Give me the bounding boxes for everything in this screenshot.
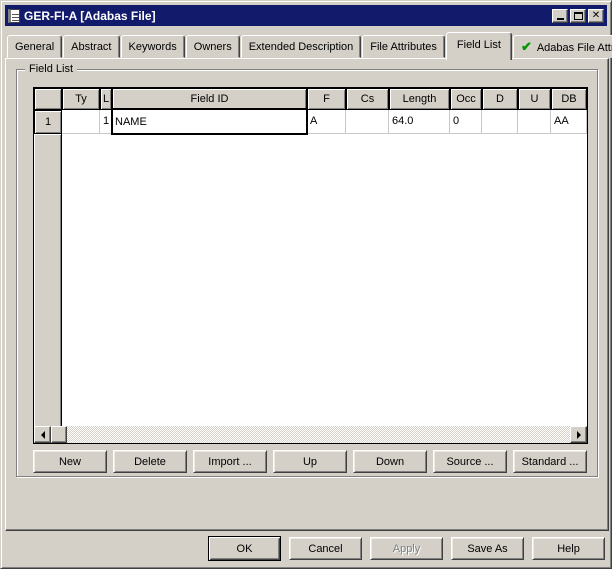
tab-abstract[interactable]: Abstract: [63, 35, 119, 58]
titlebar[interactable]: GER-FI-A [Adabas File] ✕: [5, 5, 607, 26]
minimize-button[interactable]: [552, 9, 568, 23]
scroll-left-button[interactable]: [34, 426, 51, 443]
down-button[interactable]: Down: [353, 450, 427, 473]
cell-d[interactable]: [482, 110, 518, 134]
tab-panel: Field List Ty L Field ID F Cs Length Occ…: [5, 58, 609, 531]
col-header-d: D: [482, 88, 518, 110]
cell-field-id: [112, 110, 307, 134]
tab-label: Owners: [194, 41, 232, 53]
source-button[interactable]: Source ...: [433, 450, 507, 473]
col-header-ty: Ty: [62, 88, 100, 110]
row-header-stub: [34, 134, 62, 428]
col-header-f: F: [307, 88, 346, 110]
cell-length[interactable]: 64.0: [389, 110, 450, 134]
tab-label: Adabas File Attributes: [537, 42, 612, 54]
cell-u[interactable]: [518, 110, 551, 134]
new-button[interactable]: New: [33, 450, 107, 473]
close-icon: ✕: [592, 11, 600, 21]
ok-button[interactable]: OK: [208, 536, 281, 561]
col-header-rownum: [34, 88, 62, 110]
table-row: 1 1 A 64.0 0 AA: [34, 110, 587, 134]
tab-extended-description[interactable]: Extended Description: [241, 35, 362, 58]
standard-button[interactable]: Standard ...: [513, 450, 587, 473]
tab-adabas-file-attributes[interactable]: ✔ Adabas File Attributes: [513, 35, 612, 58]
col-header-field-id: Field ID: [112, 88, 307, 110]
col-header-l: L: [100, 88, 112, 110]
maximize-button[interactable]: [570, 9, 586, 23]
cancel-button[interactable]: Cancel: [289, 537, 362, 560]
scroll-right-button[interactable]: [570, 426, 587, 443]
tab-label: Abstract: [71, 41, 111, 53]
tab-label: File Attributes: [370, 41, 437, 53]
maximize-icon: [574, 12, 583, 20]
scrollbar-thumb[interactable]: [51, 426, 67, 443]
import-button[interactable]: Import ...: [193, 450, 267, 473]
document-list-icon: [8, 9, 20, 23]
scroll-left-icon: [41, 431, 45, 439]
groupbox-legend: Field List: [25, 63, 77, 76]
tab-label: Keywords: [129, 41, 177, 53]
window-title: GER-FI-A [Adabas File]: [24, 9, 550, 23]
field-grid: Ty L Field ID F Cs Length Occ D U DB 1 1: [33, 87, 588, 444]
cell-f[interactable]: A: [307, 110, 346, 134]
col-header-occ: Occ: [450, 88, 482, 110]
tab-owners[interactable]: Owners: [186, 35, 240, 58]
green-checkmark-icon: ✔: [521, 39, 532, 54]
col-header-u: U: [518, 88, 551, 110]
tab-label: Extended Description: [249, 41, 354, 53]
apply-button: Apply: [370, 537, 443, 560]
cell-db[interactable]: AA: [551, 110, 587, 134]
grid-header-row: Ty L Field ID F Cs Length Occ D U DB: [34, 88, 587, 110]
col-header-db: DB: [551, 88, 587, 110]
up-button[interactable]: Up: [273, 450, 347, 473]
tab-field-list[interactable]: Field List: [446, 32, 512, 60]
field-list-groupbox: Field List Ty L Field ID F Cs Length Occ…: [16, 69, 598, 477]
tab-file-attributes[interactable]: File Attributes: [362, 35, 445, 58]
tab-keywords[interactable]: Keywords: [121, 35, 185, 58]
dialog-button-row: OK Cancel Apply Save As Help: [208, 536, 605, 561]
help-button[interactable]: Help: [532, 537, 605, 560]
horizontal-scrollbar: [34, 426, 587, 443]
cell-cs[interactable]: [346, 110, 389, 134]
tab-general[interactable]: General: [7, 35, 62, 58]
col-header-length: Length: [389, 88, 450, 110]
close-button[interactable]: ✕: [588, 9, 604, 23]
cell-ty[interactable]: [62, 110, 100, 134]
save-as-button[interactable]: Save As: [451, 537, 524, 560]
field-actions-row: New Delete Import ... Up Down Source ...…: [33, 450, 587, 473]
minimize-icon: [557, 18, 564, 20]
tab-label: General: [15, 41, 54, 53]
tab-label: Field List: [457, 39, 501, 51]
field-id-input[interactable]: [111, 108, 308, 135]
row-number-cell[interactable]: 1: [34, 110, 62, 134]
delete-button[interactable]: Delete: [113, 450, 187, 473]
cell-occ[interactable]: 0: [450, 110, 482, 134]
scroll-right-icon: [577, 431, 581, 439]
tab-bar: General Abstract Keywords Owners Extende…: [7, 32, 612, 58]
col-header-cs: Cs: [346, 88, 389, 110]
scrollbar-track[interactable]: [67, 426, 570, 443]
dialog-window: GER-FI-A [Adabas File] ✕ General Abstrac…: [0, 0, 612, 569]
